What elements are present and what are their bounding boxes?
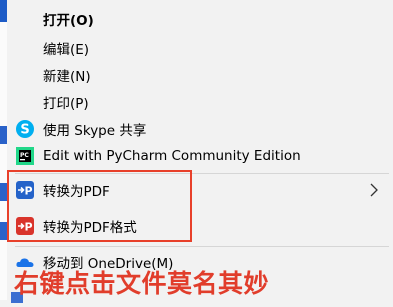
svg-text:PC: PC [20, 152, 29, 159]
menu-item-open[interactable]: 打开(O) [7, 5, 393, 33]
menu-item-convert-pdf[interactable]: P 转换为PDF [7, 176, 393, 204]
pdf-format-icon: P [15, 216, 35, 236]
left-edge-strip [0, 0, 7, 300]
pdf-convert-icon: P [15, 180, 35, 200]
menu-item-convert-pdf-format[interactable]: P 转换为PDF格式 [7, 212, 393, 240]
menu-item-label: 使用 Skype 共享 [43, 123, 147, 139]
pycharm-icon: PC [15, 146, 35, 166]
menu-item-print[interactable]: 打印(P) [7, 88, 393, 116]
left-accent [0, 222, 7, 240]
menu-item-label: 转换为PDF格式 [43, 220, 137, 236]
menu-item-pycharm[interactable]: PC Edit with PyCharm Community Edition [7, 142, 393, 170]
svg-text:P: P [24, 185, 32, 198]
menu-item-edit[interactable]: 编辑(E) [7, 34, 393, 62]
overlay-caption: 右键点击文件莫名其妙 [14, 269, 270, 298]
menu-item-label: 新建(N) [43, 69, 91, 85]
menu-item-label: 转换为PDF [43, 184, 110, 200]
menu-separator [15, 246, 389, 247]
left-accent [0, 183, 7, 201]
left-accent [0, 126, 7, 144]
context-menu: 打开(O) 编辑(E) 新建(N) 打印(P) S 使用 Skype 共享 PC… [7, 0, 393, 300]
chevron-right-icon [370, 183, 378, 197]
menu-item-label: Edit with PyCharm Community Edition [43, 148, 301, 164]
svg-text:P: P [24, 221, 32, 234]
menu-item-new[interactable]: 新建(N) [7, 61, 393, 89]
menu-item-label: 编辑(E) [43, 42, 90, 58]
selection-indicator [0, 0, 7, 22]
menu-item-skype-share[interactable]: S 使用 Skype 共享 [7, 115, 393, 143]
menu-item-label: 打开(O) [43, 13, 94, 29]
menu-separator [15, 173, 389, 174]
menu-item-label: 打印(P) [43, 96, 89, 112]
svg-text:S: S [20, 123, 29, 138]
skype-icon: S [15, 119, 35, 139]
